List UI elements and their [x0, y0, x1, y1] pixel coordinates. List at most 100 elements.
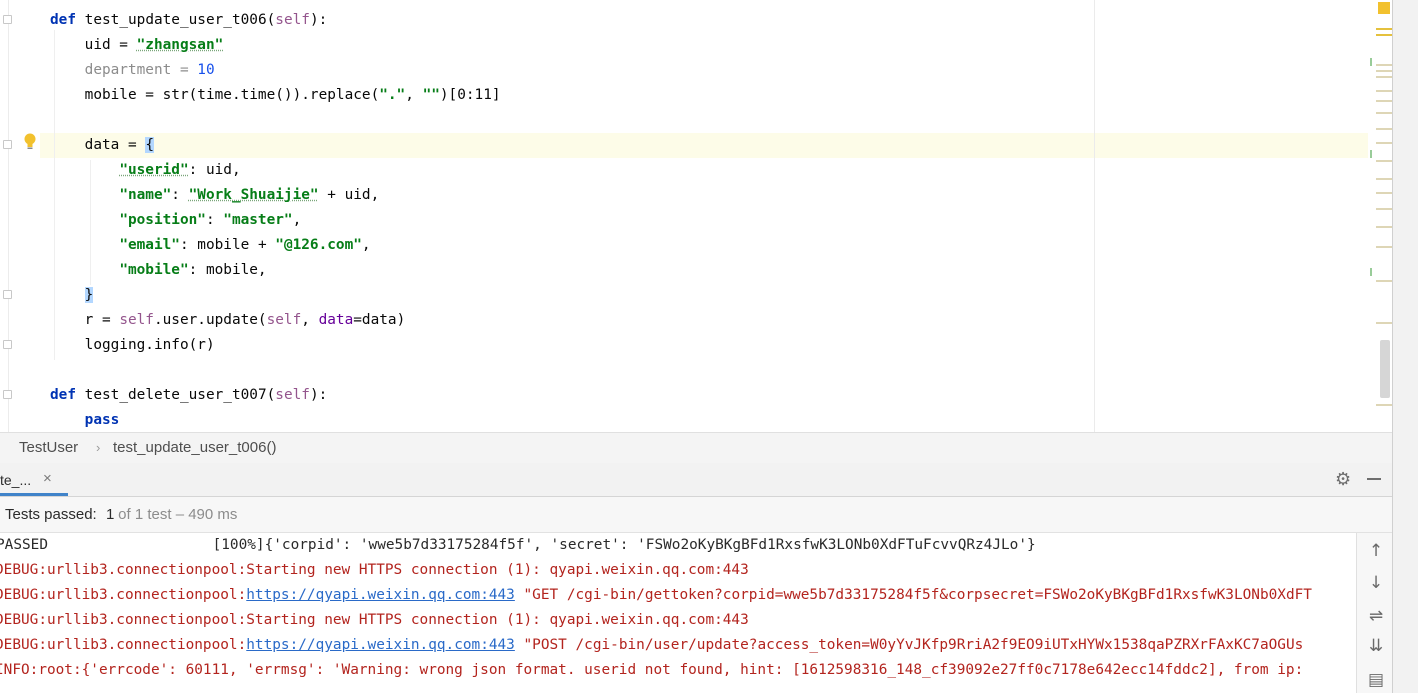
up-arrow-icon[interactable]: ↑ — [1367, 542, 1385, 560]
print-icon[interactable]: ▤ — [1367, 671, 1385, 689]
code-marker[interactable] — [1376, 112, 1392, 114]
console-line: INFO:root:{'errcode': 60111, 'errmsg': '… — [0, 662, 1312, 678]
console-link[interactable]: https://qyapi.weixin.qq.com:443 — [246, 587, 515, 603]
matched-brace: { — [145, 137, 154, 153]
console-line: DEBUG:urllib3.connectionpool:https://qya… — [0, 633, 1303, 658]
code-line[interactable]: "position": "master", — [50, 208, 301, 233]
scroll-to-end-icon[interactable]: ⇊ — [1367, 637, 1385, 655]
code-text: + uid, — [318, 187, 380, 203]
code-line[interactable]: r = self.user.update(self, data=data) — [50, 308, 406, 333]
dict-key: "userid" — [119, 162, 189, 178]
run-tab-label: te_... — [0, 472, 32, 488]
dict-key: "email" — [119, 237, 180, 253]
warning-marker[interactable] — [1376, 28, 1392, 30]
console-text: DEBUG:urllib3.connectionpool: — [0, 587, 247, 603]
fold-marker[interactable] — [3, 15, 12, 24]
self-keyword: self — [275, 387, 310, 403]
code-marker[interactable] — [1376, 100, 1392, 102]
code-line[interactable]: def test_delete_user_t007(self): — [50, 383, 327, 408]
inspection-status-icon[interactable] — [1378, 2, 1390, 14]
code-text: : uid, — [188, 162, 241, 178]
close-tab-icon[interactable]: × — [43, 470, 52, 487]
code-marker[interactable] — [1376, 64, 1392, 66]
lightbulb-icon[interactable] — [23, 133, 37, 151]
code-text: , — [361, 237, 371, 253]
code-line[interactable]: uid = "zhangsan" — [50, 33, 224, 58]
code-text: )[0:11] — [439, 87, 501, 103]
unused-variable: department = — [50, 62, 198, 78]
vertical-scrollbar[interactable] — [1380, 340, 1390, 398]
code-marker[interactable] — [1376, 208, 1392, 210]
code-text: =data) — [353, 312, 406, 328]
code-line[interactable]: logging.info(r) — [50, 333, 215, 358]
dict-key: "mobile" — [119, 262, 189, 278]
code-marker[interactable] — [1376, 90, 1392, 92]
breadcrumb-separator: › — [96, 440, 101, 455]
fold-marker[interactable] — [3, 140, 12, 149]
named-parameter: data — [318, 312, 354, 328]
console-text: "POST /cgi-bin/user/update?access_token=… — [514, 637, 1304, 653]
code-line[interactable]: "email": mobile + "@126.com", — [50, 233, 371, 258]
fold-marker[interactable] — [3, 390, 12, 399]
code-marker[interactable] — [1376, 404, 1392, 406]
matched-brace: } — [84, 287, 94, 303]
code-marker[interactable] — [1376, 226, 1392, 228]
breadcrumb-class[interactable]: TestUser — [19, 439, 78, 456]
code-marker[interactable] — [1376, 76, 1392, 78]
code-line[interactable]: "userid": uid, — [50, 158, 241, 183]
run-tab[interactable]: te_... × — [0, 463, 68, 496]
string-literal: "" — [422, 87, 440, 103]
dict-key: "position" — [119, 212, 206, 228]
change-marker — [1370, 150, 1372, 158]
code-text: logging.info(r) — [50, 337, 215, 353]
console-toolbar: ↑ ↓ ⇌ ⇊ ▤ — [1356, 533, 1393, 693]
code-line[interactable]: data = { — [50, 133, 154, 158]
code-marker[interactable] — [1376, 160, 1392, 162]
code-marker[interactable] — [1376, 70, 1392, 72]
code-line[interactable]: department = 10 — [50, 58, 215, 83]
string-literal: "master" — [223, 212, 293, 228]
breadcrumb-method[interactable]: test_update_user_t006() — [113, 439, 276, 456]
code-text: r = — [50, 312, 120, 328]
code-line[interactable]: mobile = str(time.time()).replace(".", "… — [50, 83, 501, 108]
code-text: ): — [309, 12, 328, 28]
status-prefix: Tests passed: — [5, 506, 101, 523]
code-text: uid = — [50, 37, 137, 53]
code-text: , — [301, 312, 319, 328]
console-line: PASSED [100%]{'corpid': 'wwe5b7d33175284… — [0, 537, 1036, 553]
code-line[interactable]: pass — [50, 408, 120, 432]
console-output[interactable]: PASSED [100%]{'corpid': 'wwe5b7d33175284… — [0, 533, 1356, 693]
code-text: : — [171, 187, 189, 203]
code-marker[interactable] — [1376, 322, 1392, 324]
code-marker[interactable] — [1376, 192, 1392, 194]
minimize-icon[interactable] — [1367, 478, 1381, 480]
soft-wrap-icon[interactable]: ⇌ — [1367, 607, 1385, 625]
code-text: , — [405, 87, 423, 103]
down-arrow-icon[interactable]: ↓ — [1367, 574, 1385, 592]
code-marker[interactable] — [1376, 246, 1392, 248]
string-literal: "@126.com" — [275, 237, 362, 253]
code-line[interactable]: "name": "Work_Shuaijie" + uid, — [50, 183, 379, 208]
code-marker[interactable] — [1376, 142, 1392, 144]
console-line: DEBUG:urllib3.connectionpool:Starting ne… — [0, 562, 749, 578]
fold-marker[interactable] — [3, 340, 12, 349]
code-line[interactable]: } — [50, 283, 94, 308]
code-line[interactable]: "mobile": mobile, — [50, 258, 266, 283]
code-marker[interactable] — [1376, 280, 1392, 282]
keyword: pass — [84, 412, 120, 428]
code-marker[interactable] — [1376, 128, 1392, 130]
code-editor[interactable]: def test_update_user_t006(self): uid = "… — [0, 0, 1392, 432]
string-literal: "zhangsan" — [136, 37, 224, 53]
dict-key: "name" — [119, 187, 172, 203]
self-keyword: self — [266, 312, 302, 328]
self-keyword: self — [275, 12, 310, 28]
gear-icon[interactable]: ⚙ — [1335, 470, 1353, 488]
warning-marker[interactable] — [1376, 34, 1392, 36]
code-line[interactable]: def test_update_user_t006(self): — [50, 8, 327, 33]
console-link[interactable]: https://qyapi.weixin.qq.com:443 — [246, 637, 515, 653]
code-marker[interactable] — [1376, 178, 1392, 180]
fold-marker[interactable] — [3, 290, 12, 299]
